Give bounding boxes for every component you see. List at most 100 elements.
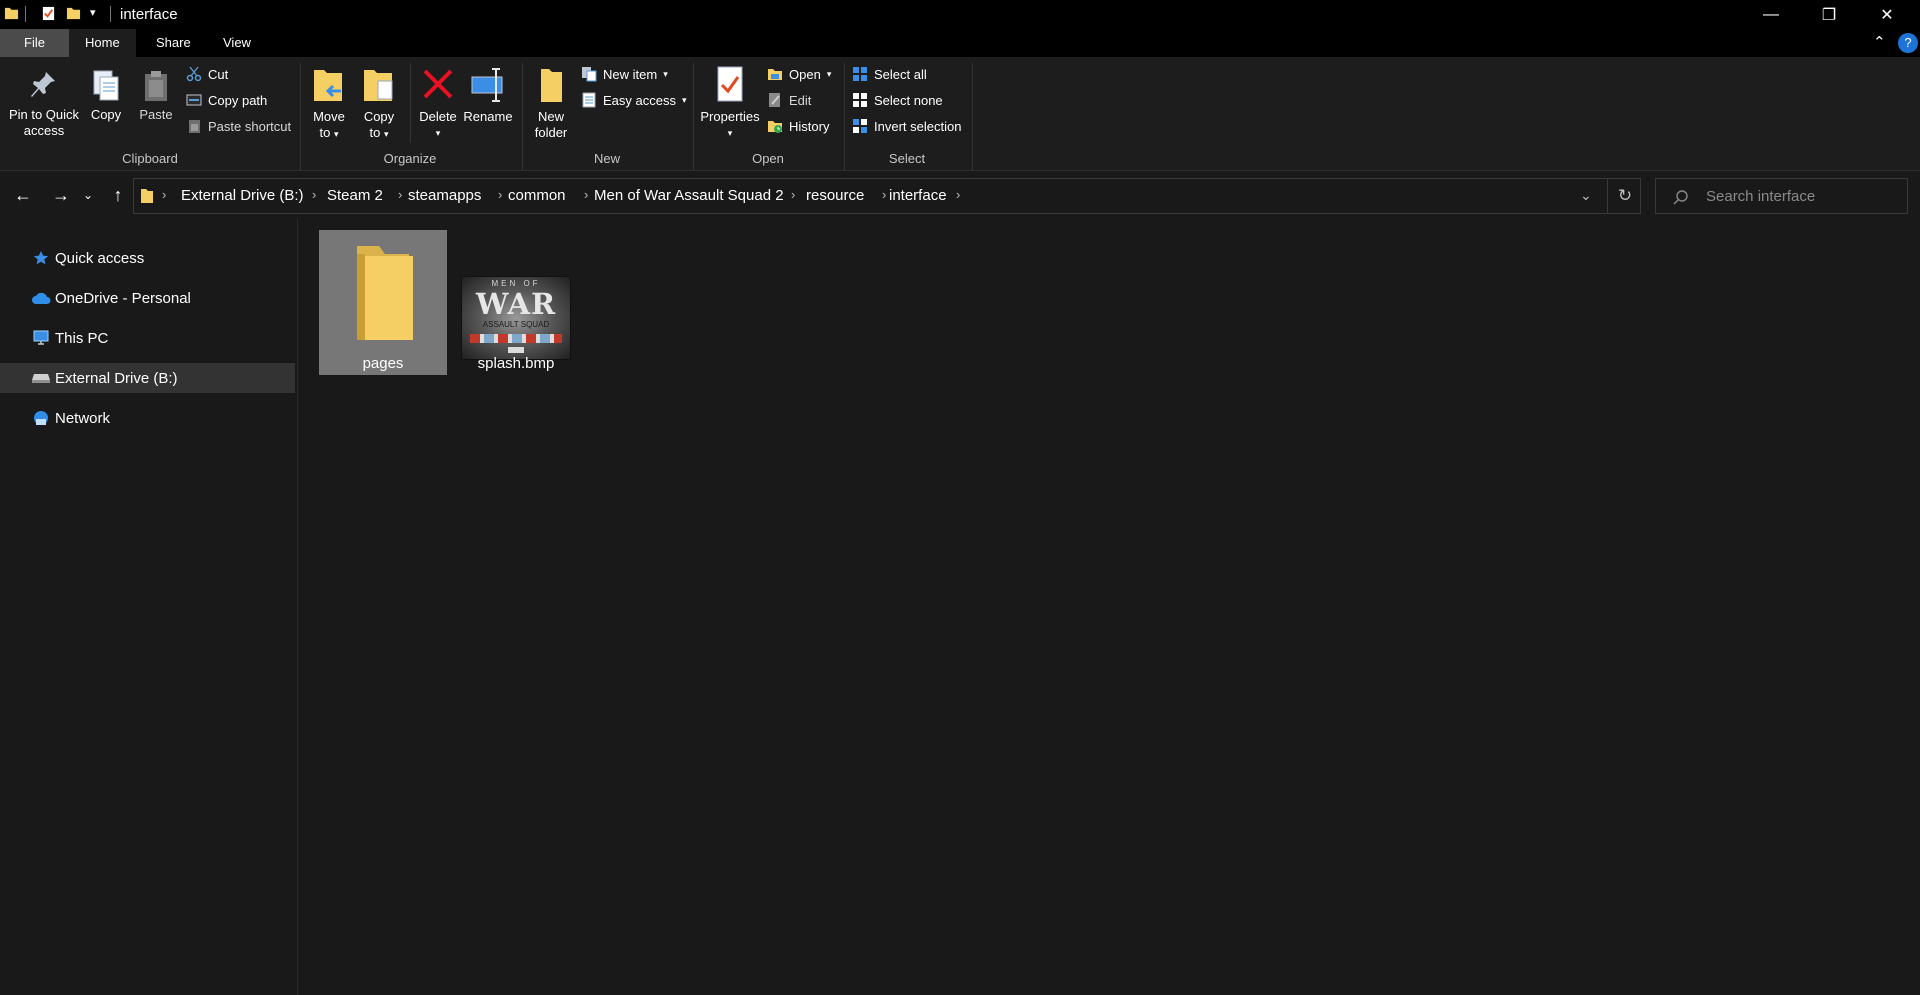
cut-label: Cut: [208, 66, 229, 82]
copy-to-label-line2: to ▾: [369, 125, 389, 140]
properties-label: Properties: [700, 109, 760, 124]
clipboard-group-label: Clipboard: [122, 151, 178, 166]
window-title: interface: [120, 6, 178, 23]
paste-label: Paste: [139, 107, 173, 122]
drive-icon: [32, 374, 50, 383]
folder-icon: [141, 189, 153, 203]
nav-item-label: Quick access: [55, 249, 145, 267]
splash-thumbnail: MEN OF WAR ASSAULT SQUAD: [461, 276, 571, 360]
select-all-button[interactable]: Select all: [852, 63, 927, 85]
refresh-icon[interactable]: ↻: [1607, 178, 1642, 214]
breadcrumb-steamapps[interactable]: steamapps: [408, 187, 481, 204]
forward-arrow-icon[interactable]: →: [46, 181, 76, 209]
customize-toolbar-icon[interactable]: ▾: [90, 6, 96, 19]
scissors-icon: [186, 66, 202, 82]
select-group-label: Select: [888, 151, 926, 166]
image-file-item[interactable]: MEN OF WAR ASSAULT SQUAD splash.bmp: [452, 230, 580, 375]
breadcrumb-separator-icon[interactable]: ›: [398, 187, 402, 202]
move-to-label-line2: to ▾: [319, 125, 339, 140]
breadcrumb-separator-icon[interactable]: ›: [882, 187, 886, 202]
move-to-button[interactable]: Move to ▾: [308, 65, 350, 142]
breadcrumb-resource[interactable]: resource: [806, 187, 864, 204]
minimize-button[interactable]: —: [1742, 0, 1800, 29]
edit-button[interactable]: Edit: [767, 89, 811, 111]
breadcrumb-separator-icon[interactable]: ›: [498, 187, 502, 202]
new-folder-button[interactable]: New folder: [528, 65, 574, 141]
close-button[interactable]: ✕: [1858, 0, 1916, 29]
properties-icon[interactable]: [41, 6, 56, 21]
organize-group-label: Organize: [383, 151, 437, 166]
thumbnail-text: WAR: [475, 287, 557, 321]
search-box[interactable]: Search interface: [1655, 178, 1908, 214]
nav-item-quick-access[interactable]: Quick access: [0, 243, 295, 273]
nav-item-external-drive[interactable]: External Drive (B:): [0, 363, 295, 393]
up-arrow-icon[interactable]: ↑: [103, 181, 133, 209]
tab-file[interactable]: File: [0, 29, 69, 57]
search-placeholder: Search interface: [1706, 188, 1816, 205]
file-list: pages MEN OF WAR ASSAULT SQUAD splash.bm…: [298, 219, 1920, 995]
easy-access-button[interactable]: Easy access ▾: [581, 89, 687, 111]
invert-selection-button[interactable]: Invert selection: [852, 115, 961, 137]
edit-label: Edit: [789, 92, 812, 108]
restore-button[interactable]: ❐: [1800, 0, 1858, 29]
recent-locations-icon[interactable]: ⌄: [78, 181, 98, 209]
cut-button[interactable]: Cut: [186, 63, 228, 85]
open-button[interactable]: Open ▾: [767, 63, 831, 85]
select-all-label: Select all: [874, 66, 927, 82]
copy-to-button[interactable]: Copy to ▾: [358, 65, 400, 142]
ribbon-divider: [410, 63, 411, 143]
tab-view[interactable]: View: [207, 29, 267, 57]
nav-item-this-pc[interactable]: This PC: [0, 323, 295, 353]
properties-icon: [717, 66, 743, 102]
select-none-label: Select none: [874, 92, 943, 108]
folder-item[interactable]: pages: [319, 230, 447, 375]
rename-label: Rename: [463, 109, 513, 124]
breadcrumb-separator-icon[interactable]: ›: [312, 187, 316, 202]
pin-to-quick-access-button[interactable]: Pin to Quick access: [4, 69, 84, 139]
properties-dropdown-icon[interactable]: ▾: [697, 125, 763, 141]
breadcrumb-men-of-war[interactable]: Men of War Assault Squad 2: [594, 187, 784, 204]
select-none-button[interactable]: Select none: [852, 89, 943, 111]
new-folder-label-line1: New: [537, 109, 564, 124]
breadcrumb-interface[interactable]: interface: [889, 187, 947, 204]
nav-item-network[interactable]: Network: [0, 403, 295, 433]
open-folder-icon: [768, 69, 782, 80]
address-bar[interactable]: › External Drive (B:) › Steam 2 › steama…: [133, 178, 1641, 214]
file-name: pages: [362, 355, 404, 372]
tab-home[interactable]: Home: [69, 29, 136, 57]
navigation-pane: Quick access OneDrive - Personal This PC…: [0, 219, 298, 995]
delete-button[interactable]: Delete ▾: [416, 65, 460, 141]
help-icon[interactable]: ?: [1898, 33, 1918, 53]
copy-button[interactable]: Copy: [84, 69, 128, 123]
breadcrumb-separator-icon[interactable]: ›: [162, 187, 166, 202]
delete-dropdown-icon[interactable]: ▾: [416, 125, 460, 141]
tab-share[interactable]: Share: [140, 29, 207, 57]
rename-button[interactable]: Rename: [462, 65, 514, 125]
new-item-button[interactable]: New item ▾: [581, 63, 668, 85]
paste-button[interactable]: Paste: [134, 69, 178, 123]
computer-icon: [33, 330, 49, 345]
copy-path-button[interactable]: Copy path: [186, 89, 267, 111]
nav-item-label: External Drive (B:): [55, 369, 178, 387]
new-folder-icon[interactable]: [66, 6, 81, 21]
thumbnail-text: ASSAULT SQUAD: [482, 320, 550, 329]
breadcrumb-steam-2[interactable]: Steam 2: [327, 187, 383, 204]
nav-item-onedrive[interactable]: OneDrive - Personal: [0, 283, 295, 313]
address-history-chevron-icon[interactable]: ⌄: [1580, 187, 1592, 204]
nav-item-label: This PC: [55, 329, 109, 347]
chevron-down-icon: ▾: [681, 94, 687, 105]
breadcrumb-separator-icon[interactable]: ›: [956, 187, 960, 202]
back-arrow-icon[interactable]: ←: [8, 181, 38, 209]
breadcrumb-separator-icon[interactable]: ›: [584, 187, 588, 202]
paste-shortcut-button[interactable]: Paste shortcut: [186, 115, 291, 137]
toolbar-divider: [110, 6, 111, 22]
history-button[interactable]: History: [767, 115, 829, 137]
breadcrumb-common[interactable]: common: [508, 187, 566, 204]
copy-path-icon: [186, 94, 202, 106]
collapse-ribbon-icon[interactable]: ⌃: [1873, 33, 1886, 51]
properties-button[interactable]: Properties ▾: [697, 65, 763, 141]
paste-icon: [145, 71, 167, 101]
breadcrumb-separator-icon[interactable]: ›: [791, 187, 795, 202]
invert-selection-icon: [853, 119, 867, 133]
breadcrumb-external-drive[interactable]: External Drive (B:): [181, 187, 304, 204]
